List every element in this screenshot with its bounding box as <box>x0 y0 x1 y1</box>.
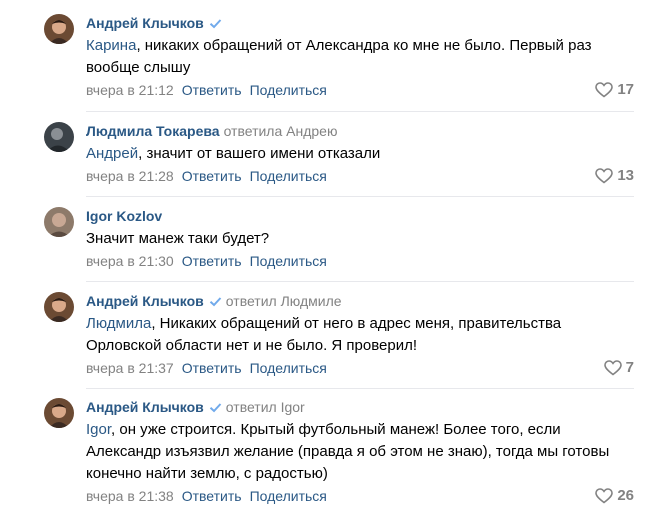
avatar[interactable] <box>44 292 74 322</box>
comment-meta: вчера в 21:28 Ответить Поделиться 13 <box>86 166 634 186</box>
comment-time[interactable]: вчера в 21:12 <box>86 82 174 98</box>
addressee-link[interactable]: Igor <box>86 421 111 438</box>
comment-text: Значит манеж таки будет? <box>86 228 634 250</box>
divider <box>86 388 634 389</box>
share-button[interactable]: Поделиться <box>250 488 327 504</box>
reply-to-label[interactable]: ответил Igor <box>226 399 305 415</box>
comment-meta: вчера в 21:30 Ответить Поделиться <box>86 251 634 271</box>
divider <box>86 111 634 112</box>
reply-button[interactable]: Ответить <box>182 360 242 376</box>
reply-to-label[interactable]: ответила Андрею <box>224 123 338 139</box>
comment-text: Людмила, Никаких обращений от него в адр… <box>86 313 634 357</box>
like-count: 13 <box>617 167 634 184</box>
like-button[interactable]: 26 <box>595 486 634 506</box>
like-button[interactable]: 7 <box>603 358 634 378</box>
comment-header: Андрей Клычков <box>86 14 634 32</box>
comment-body: Андрей Клычков ответил Людмиле Людмила, Н… <box>86 292 634 378</box>
comment-message: , значит от вашего имени отказали <box>138 145 381 162</box>
reply-button[interactable]: Ответить <box>182 488 242 504</box>
comment-header: Людмила Токарева ответила Андрею <box>86 122 634 140</box>
comment-time[interactable]: вчера в 21:38 <box>86 488 174 504</box>
checkmark-icon <box>209 16 222 34</box>
reply-button[interactable]: Ответить <box>182 82 242 98</box>
comment-time[interactable]: вчера в 21:37 <box>86 360 174 376</box>
avatar[interactable] <box>44 14 74 44</box>
comment-header: Андрей Клычков ответил Людмиле <box>86 292 634 310</box>
addressee-link[interactable]: Карина <box>86 37 136 54</box>
divider <box>86 281 634 282</box>
comment-thread: Андрей Клычков Карина, никаких обращений… <box>0 0 650 516</box>
author-name[interactable]: Igor Kozlov <box>86 208 162 224</box>
heart-outline-icon <box>603 360 622 376</box>
reply-button[interactable]: Ответить <box>182 168 242 184</box>
comment-body: Андрей Клычков Карина, никаких обращений… <box>86 14 634 100</box>
comment-message: , никаких обращений от Александра ко мне… <box>86 37 592 76</box>
heart-outline-icon <box>595 168 614 184</box>
like-count: 7 <box>625 359 634 376</box>
comment-meta: вчера в 21:38 Ответить Поделиться 26 <box>86 486 634 506</box>
avatar[interactable] <box>44 122 74 152</box>
author-name[interactable]: Андрей Клычков <box>86 293 204 309</box>
author-name[interactable]: Людмила Токарева <box>86 123 220 139</box>
comment-text: Андрей, значит от вашего имени отказали <box>86 143 634 165</box>
comment-time[interactable]: вчера в 21:28 <box>86 168 174 184</box>
comment-body: Андрей Клычков ответил Igor Igor, он уже … <box>86 398 634 506</box>
comment-header: Андрей Клычков ответил Igor <box>86 398 634 416</box>
comment-meta: вчера в 21:37 Ответить Поделиться 7 <box>86 358 634 378</box>
like-button[interactable]: 17 <box>595 80 634 100</box>
comment-message: , он уже строится. Крытый футбольный ман… <box>86 421 610 482</box>
like-count: 26 <box>617 487 634 504</box>
avatar[interactable] <box>44 207 74 237</box>
addressee-link[interactable]: Андрей <box>86 145 138 162</box>
share-button[interactable]: Поделиться <box>250 168 327 184</box>
comment-message: , Никаких обращений от него в адрес меня… <box>86 315 562 354</box>
heart-outline-icon <box>595 82 614 98</box>
addressee-link[interactable]: Людмила <box>86 315 151 332</box>
share-button[interactable]: Поделиться <box>250 82 327 98</box>
comment-body: Людмила Токарева ответила Андрею Андрей, … <box>86 122 634 186</box>
comment-header: Igor Kozlov <box>86 207 634 225</box>
reply-button[interactable]: Ответить <box>182 253 242 269</box>
avatar[interactable] <box>44 398 74 428</box>
checkmark-icon <box>209 294 222 312</box>
comment-time[interactable]: вчера в 21:30 <box>86 253 174 269</box>
author-name[interactable]: Андрей Клычков <box>86 15 204 31</box>
author-name[interactable]: Андрей Клычков <box>86 399 204 415</box>
checkmark-icon <box>209 400 222 418</box>
share-button[interactable]: Поделиться <box>250 253 327 269</box>
comment-text: Igor, он уже строится. Крытый футбольный… <box>86 419 634 485</box>
heart-outline-icon <box>595 488 614 504</box>
comment-meta: вчера в 21:12 Ответить Поделиться 17 <box>86 80 634 100</box>
comment-message: Значит манеж таки будет? <box>86 230 270 247</box>
share-button[interactable]: Поделиться <box>250 360 327 376</box>
reply-to-label[interactable]: ответил Людмиле <box>226 293 342 309</box>
comment-text: Карина, никаких обращений от Александра … <box>86 35 634 79</box>
divider <box>86 196 634 197</box>
like-count: 17 <box>617 81 634 98</box>
comment-body: Igor Kozlov Значит манеж таки будет? вче… <box>86 207 634 271</box>
like-button[interactable]: 13 <box>595 166 634 186</box>
